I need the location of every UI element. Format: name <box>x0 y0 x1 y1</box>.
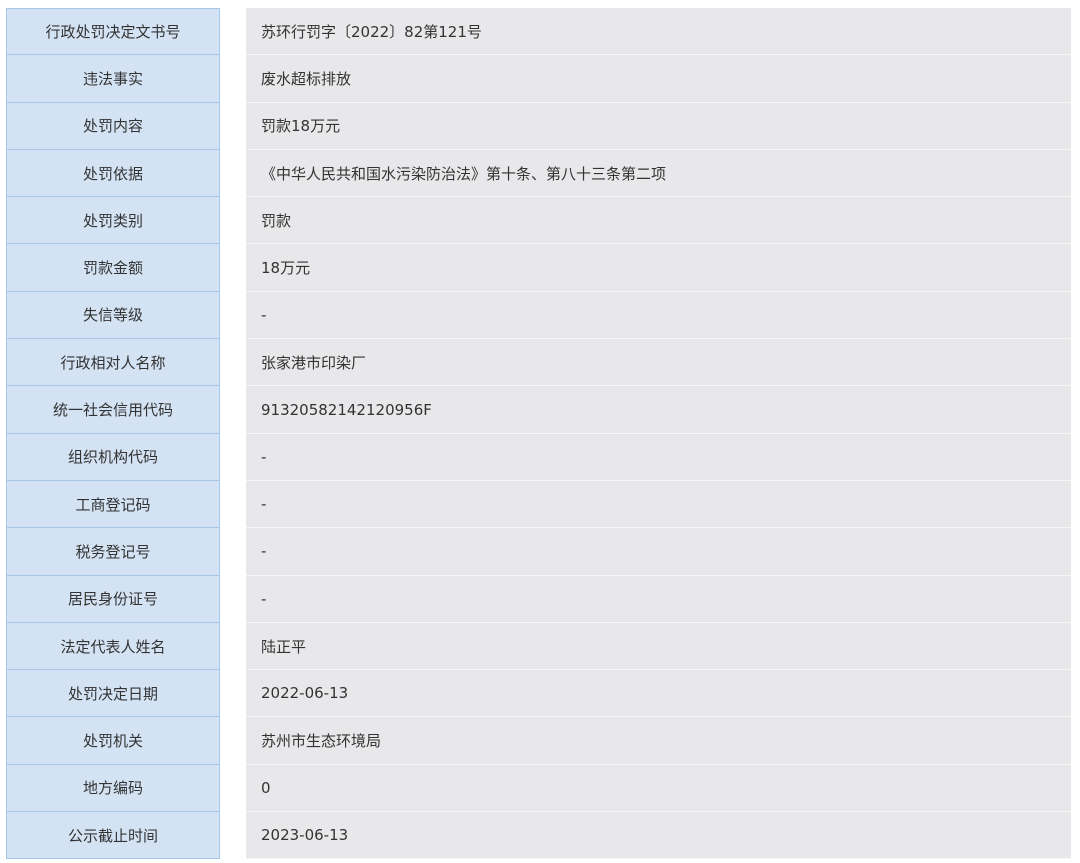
row-label-legal-representative: 法定代表人姓名 <box>6 622 220 671</box>
row-value-business-registration: - <box>246 480 1071 529</box>
row-value-penalty-authority: 苏州市生态环境局 <box>246 717 1071 765</box>
table-row: 处罚依据 《中华人民共和国水污染防治法》第十条、第八十三条第二项 <box>6 149 1071 198</box>
row-value-credit-code: 91320582142120956F <box>246 386 1071 434</box>
column-gap <box>220 149 246 198</box>
row-label-violation-facts: 违法事实 <box>6 55 220 103</box>
column-gap <box>220 622 246 671</box>
row-value-penalty-content: 罚款18万元 <box>246 102 1071 150</box>
row-label-credit-code: 统一社会信用代码 <box>6 386 220 434</box>
row-label-penalty-content: 处罚内容 <box>6 102 220 150</box>
table-row: 失信等级 - <box>6 291 1071 340</box>
column-gap <box>220 197 246 245</box>
row-label-penalty-authority: 处罚机关 <box>6 717 220 765</box>
table-row: 税务登记号 - <box>6 528 1071 576</box>
column-gap <box>220 386 246 434</box>
row-value-credit-level: - <box>246 291 1071 340</box>
column-gap <box>220 528 246 576</box>
row-value-penalty-basis: 《中华人民共和国水污染防治法》第十条、第八十三条第二项 <box>246 149 1071 198</box>
row-label-penalty-basis: 处罚依据 <box>6 149 220 198</box>
row-value-publicity-deadline: 2023-06-13 <box>246 812 1071 860</box>
row-value-party-name: 张家港市印染厂 <box>246 339 1071 387</box>
row-label-party-name: 行政相对人名称 <box>6 339 220 387</box>
table-row: 处罚决定日期 2022-06-13 <box>6 670 1071 718</box>
column-gap <box>220 102 246 150</box>
row-value-local-code: 0 <box>246 764 1071 813</box>
column-gap <box>220 244 246 292</box>
table-row: 处罚机关 苏州市生态环境局 <box>6 717 1071 765</box>
row-label-resident-id: 居民身份证号 <box>6 575 220 623</box>
table-row: 处罚类别 罚款 <box>6 197 1071 245</box>
column-gap <box>220 717 246 765</box>
penalty-info-table: 行政处罚决定文书号 苏环行罚字〔2022〕82第121号 违法事实 废水超标排放… <box>6 8 1071 860</box>
table-row: 统一社会信用代码 91320582142120956F <box>6 386 1071 434</box>
row-label-publicity-deadline: 公示截止时间 <box>6 812 220 860</box>
table-row: 公示截止时间 2023-06-13 <box>6 812 1071 860</box>
row-label-credit-level: 失信等级 <box>6 291 220 340</box>
row-value-resident-id: - <box>246 575 1071 623</box>
table-row: 罚款金额 18万元 <box>6 244 1071 292</box>
row-value-penalty-category: 罚款 <box>246 197 1071 245</box>
column-gap <box>220 764 246 813</box>
column-gap <box>220 670 246 718</box>
table-row: 处罚内容 罚款18万元 <box>6 102 1071 150</box>
table-row: 行政处罚决定文书号 苏环行罚字〔2022〕82第121号 <box>6 8 1071 56</box>
table-row: 行政相对人名称 张家港市印染厂 <box>6 339 1071 387</box>
row-label-tax-registration: 税务登记号 <box>6 528 220 576</box>
row-label-organization-code: 组织机构代码 <box>6 433 220 481</box>
table-row: 工商登记码 - <box>6 480 1071 529</box>
row-label-penalty-category: 处罚类别 <box>6 197 220 245</box>
row-label-local-code: 地方编码 <box>6 764 220 813</box>
table-row: 组织机构代码 - <box>6 433 1071 481</box>
row-value-document-number: 苏环行罚字〔2022〕82第121号 <box>246 8 1071 56</box>
column-gap <box>220 291 246 340</box>
column-gap <box>220 55 246 103</box>
column-gap <box>220 433 246 481</box>
row-label-business-registration: 工商登记码 <box>6 480 220 529</box>
row-label-document-number: 行政处罚决定文书号 <box>6 8 220 56</box>
row-value-legal-representative: 陆正平 <box>246 622 1071 671</box>
row-value-decision-date: 2022-06-13 <box>246 670 1071 718</box>
table-row: 居民身份证号 - <box>6 575 1071 623</box>
table-row: 地方编码 0 <box>6 764 1071 813</box>
column-gap <box>220 480 246 529</box>
row-value-violation-facts: 废水超标排放 <box>246 55 1071 103</box>
row-value-fine-amount: 18万元 <box>246 244 1071 292</box>
row-label-fine-amount: 罚款金额 <box>6 244 220 292</box>
column-gap <box>220 812 246 860</box>
row-value-tax-registration: - <box>246 528 1071 576</box>
column-gap <box>220 575 246 623</box>
table-row: 违法事实 废水超标排放 <box>6 55 1071 103</box>
column-gap <box>220 339 246 387</box>
column-gap <box>220 8 246 56</box>
table-row: 法定代表人姓名 陆正平 <box>6 622 1071 671</box>
row-label-decision-date: 处罚决定日期 <box>6 670 220 718</box>
row-value-organization-code: - <box>246 433 1071 481</box>
